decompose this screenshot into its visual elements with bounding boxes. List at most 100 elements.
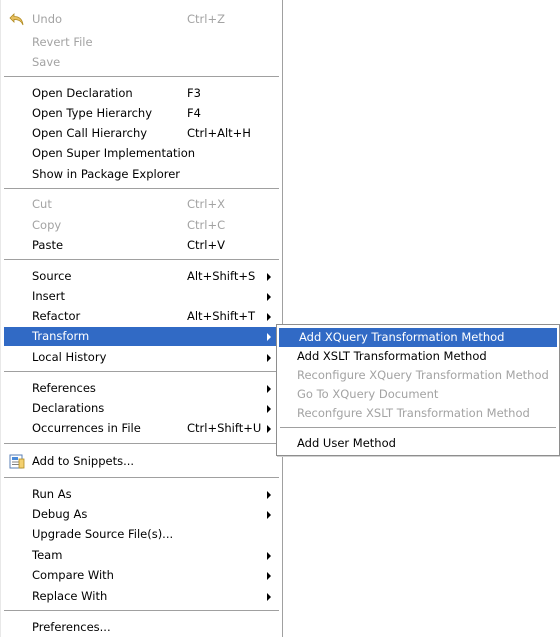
submenu-arrow-icon — [267, 593, 271, 601]
menu-item-label: Add User Method — [297, 436, 396, 450]
menu-item-label: Local History — [32, 350, 107, 364]
menu-item-source[interactable]: Source Alt+Shift+S — [1, 267, 282, 286]
menu-item-upgrade-source-files[interactable]: Upgrade Source File(s)... — [1, 525, 282, 544]
menu-item-run-as[interactable]: Run As — [1, 485, 282, 504]
menu-item-label: Add XSLT Transformation Method — [297, 349, 487, 363]
menu-item-team[interactable]: Team — [1, 546, 282, 565]
menu-item-preferences[interactable]: Preferences... — [1, 618, 282, 637]
shortcut-label: Ctrl+V — [187, 238, 225, 252]
menu-item-label: Show in Package Explorer — [32, 167, 181, 181]
submenu-item-goto-xquery-document[interactable]: Go To XQuery Document — [277, 385, 559, 404]
menu-item-label: Team — [32, 548, 63, 562]
submenu-item-add-xslt-transformation[interactable]: Add XSLT Transformation Method — [277, 347, 559, 366]
shortcut-label: Ctrl+Z — [187, 12, 225, 26]
menu-item-open-declaration[interactable]: Open Declaration F3 — [1, 84, 282, 103]
submenu-arrow-icon — [267, 552, 271, 560]
menu-item-label: Open Type Hierarchy — [32, 106, 153, 120]
menu-item-label: Paste — [32, 238, 64, 252]
menu-item-open-super-implementation[interactable]: Open Super Implementation — [1, 144, 282, 163]
submenu-item-add-user-method[interactable]: Add User Method — [277, 434, 559, 453]
menu-item-label: Copy — [32, 218, 62, 232]
shortcut-label: F3 — [187, 86, 201, 100]
shortcut-label: Ctrl+Shift+U — [187, 421, 262, 435]
menu-item-label: Save — [32, 55, 61, 69]
menu-item-occurrences-in-file[interactable]: Occurrences in File Ctrl+Shift+U — [1, 419, 282, 438]
submenu-arrow-icon — [267, 293, 271, 301]
menu-item-label: Occurrences in File — [32, 421, 141, 435]
submenu-item-reconfigure-xquery[interactable]: Reconfigure XQuery Transformation Method — [277, 366, 559, 385]
menu-item-replace-with[interactable]: Replace With — [1, 587, 282, 606]
menu-item-declarations[interactable]: Declarations — [1, 399, 282, 418]
submenu-arrow-icon — [267, 313, 271, 321]
menu-item-label: Insert — [32, 289, 65, 303]
menu-item-add-to-snippets[interactable]: Add to Snippets... — [1, 452, 282, 471]
submenu-arrow-icon — [267, 354, 271, 362]
menu-item-save[interactable]: Save — [1, 53, 282, 72]
undo-icon — [9, 13, 24, 26]
submenu-arrow-icon — [267, 425, 271, 433]
submenu-arrow-icon — [267, 273, 271, 281]
menu-separator — [4, 443, 279, 445]
menu-item-label: Open Declaration — [32, 86, 133, 100]
menu-item-label: Replace With — [32, 589, 108, 603]
menu-item-compare-with[interactable]: Compare With — [1, 566, 282, 585]
menu-item-debug-as[interactable]: Debug As — [1, 505, 282, 524]
menu-item-cut[interactable]: Cut Ctrl+X — [1, 195, 282, 214]
menu-item-label: Undo — [32, 12, 63, 26]
menu-item-label: Transform — [32, 329, 90, 343]
menu-item-label: Cut — [32, 197, 52, 211]
menu-item-refactor[interactable]: Refactor Alt+Shift+T — [1, 307, 282, 326]
menu-item-show-in-package-explorer[interactable]: Show in Package Explorer — [1, 165, 282, 184]
shortcut-label: Ctrl+C — [187, 218, 226, 232]
menu-item-transform[interactable]: Transform — [4, 327, 279, 346]
menu-item-references[interactable]: References — [1, 379, 282, 398]
menu-item-label: Preferences... — [32, 620, 111, 634]
menu-item-label: Reconfgure XSLT Transformation Method — [297, 406, 530, 420]
menu-separator — [4, 76, 279, 78]
menu-item-label: Debug As — [32, 507, 88, 521]
submenu-arrow-icon — [267, 405, 271, 413]
menu-item-label: Source — [32, 269, 72, 283]
menu-item-insert[interactable]: Insert — [1, 287, 282, 306]
snippets-icon — [9, 454, 25, 469]
menu-item-copy[interactable]: Copy Ctrl+C — [1, 216, 282, 235]
menu-item-revert-file[interactable]: Revert File — [1, 33, 282, 52]
menu-separator — [4, 371, 279, 373]
shortcut-label: Ctrl+Alt+H — [187, 126, 251, 140]
shortcut-label: Alt+Shift+S — [187, 269, 256, 283]
menu-separator — [280, 427, 556, 429]
menu-item-open-type-hierarchy[interactable]: Open Type Hierarchy F4 — [1, 104, 282, 123]
menu-item-label: Add XQuery Transformation Method — [299, 330, 505, 344]
menu-item-label: Open Call Hierarchy — [32, 126, 148, 140]
menu-item-label: Compare With — [32, 568, 114, 582]
menu-separator — [4, 610, 279, 612]
menu-item-label: Refactor — [32, 309, 81, 323]
menu-separator — [4, 477, 279, 479]
submenu-arrow-icon — [267, 572, 271, 580]
menu-item-label: Add to Snippets... — [32, 454, 135, 468]
submenu-item-reconfigure-xslt[interactable]: Reconfgure XSLT Transformation Method — [277, 404, 559, 423]
submenu-arrow-icon — [267, 511, 271, 519]
shortcut-label: Ctrl+X — [187, 197, 225, 211]
menu-item-label: Open Super Implementation — [32, 146, 196, 160]
menu-item-open-call-hierarchy[interactable]: Open Call Hierarchy Ctrl+Alt+H — [1, 124, 282, 143]
menu-item-label: Go To XQuery Document — [297, 387, 439, 401]
menu-item-label: Declarations — [32, 401, 105, 415]
menu-separator — [4, 188, 279, 190]
submenu-arrow-icon — [267, 491, 271, 499]
menu-item-paste[interactable]: Paste Ctrl+V — [1, 236, 282, 255]
menu-item-label: Revert File — [32, 35, 93, 49]
transform-submenu: Add XQuery Transformation Method Add XSL… — [276, 324, 560, 456]
shortcut-label: Alt+Shift+T — [187, 309, 256, 323]
menu-item-label: References — [32, 381, 96, 395]
submenu-arrow-icon — [267, 333, 271, 341]
menu-item-label: Upgrade Source File(s)... — [32, 527, 174, 541]
menu-item-local-history[interactable]: Local History — [1, 348, 282, 367]
context-menu: Undo Ctrl+Z Revert File Save Open Declar… — [0, 0, 283, 637]
submenu-item-add-xquery-transformation[interactable]: Add XQuery Transformation Method — [279, 328, 557, 347]
submenu-arrow-icon — [267, 385, 271, 393]
menu-item-label: Run As — [32, 487, 72, 501]
menu-separator — [4, 259, 279, 261]
menu-item-undo[interactable]: Undo Ctrl+Z — [1, 10, 282, 29]
menu-item-label: Reconfigure XQuery Transformation Method — [297, 368, 549, 382]
